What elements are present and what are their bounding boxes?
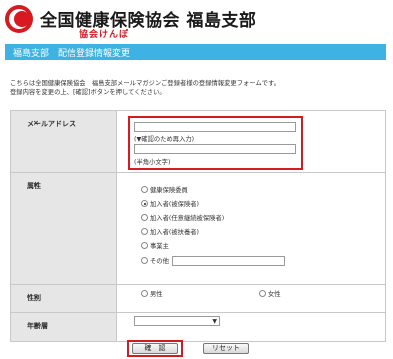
required-mark: × xyxy=(33,321,39,329)
gender-option-female: 女性 xyxy=(268,291,281,298)
page-title-bar: 福島支部 配信登録情報変更 xyxy=(5,44,386,60)
email-input[interactable] xyxy=(134,122,296,132)
email-label-cell: メールアドレス × xyxy=(11,111,117,172)
attribute-other-input[interactable] xyxy=(172,256,285,266)
gender-radio-female[interactable] xyxy=(259,290,266,297)
attribute-radio-2[interactable] xyxy=(141,200,148,207)
logo-subtitle: 協会けんぽ xyxy=(79,30,130,40)
chevron-down-icon: ▼ xyxy=(212,318,217,325)
attribute-option-1: 健康保険委員 xyxy=(150,187,188,194)
email-confirm-input[interactable] xyxy=(134,144,296,154)
attribute-option-6: その他 xyxy=(150,258,169,265)
attribute-label-cell: 属性 × xyxy=(11,173,117,284)
site-header: 全国健康保険協会 福島支部 協会けんぽ xyxy=(0,0,393,40)
gender-radio-male[interactable] xyxy=(141,290,148,297)
attribute-option-3: 加入者(任意継続被保険者) xyxy=(150,215,225,222)
confirm-button[interactable]: 確 認 xyxy=(132,343,178,354)
attribute-radio-5[interactable] xyxy=(141,242,148,249)
organization-name: 全国健康保険協会 福島支部 xyxy=(40,11,257,31)
page-title: 福島支部 配信登録情報変更 xyxy=(13,49,131,59)
attribute-option-5: 事業主 xyxy=(150,243,169,250)
attribute-radio-6[interactable] xyxy=(141,257,148,264)
association-logo-icon xyxy=(5,5,33,33)
intro-text: こちらは全国健康保険協会 福島支部メールマガジンご登録者様の登録情報変更フォーム… xyxy=(10,79,386,97)
gender-label-cell: 性別 × xyxy=(11,285,117,312)
gender-option-male: 男性 xyxy=(150,291,163,298)
attribute-radio-3[interactable] xyxy=(141,214,148,221)
gender-row: 性別 × xyxy=(11,285,385,313)
required-mark: × xyxy=(33,181,39,189)
required-mark: × xyxy=(33,293,39,301)
required-mark: × xyxy=(33,119,39,127)
attribute-radio-4[interactable] xyxy=(141,228,148,235)
reset-button[interactable]: リセット xyxy=(203,343,249,354)
email-confirm-note: (▼確認のため再入力) xyxy=(134,136,195,143)
attribute-radio-1[interactable] xyxy=(141,186,148,193)
intro-line-1: こちらは全国健康保険協会 福島支部メールマガジンご登録者様の登録情報変更フォーム… xyxy=(10,80,280,87)
email-hint: (半角小文字) xyxy=(134,159,171,166)
intro-line-2: 登録内容を変更の上、[確認]ボタンを押してください。 xyxy=(10,89,166,96)
age-label-cell: 年齢層 × xyxy=(11,313,117,341)
attribute-option-4: 加入者(被扶養者) xyxy=(150,229,199,236)
attribute-option-2: 加入者(被保険者) xyxy=(150,201,199,208)
age-select[interactable]: ▼ xyxy=(134,316,220,326)
